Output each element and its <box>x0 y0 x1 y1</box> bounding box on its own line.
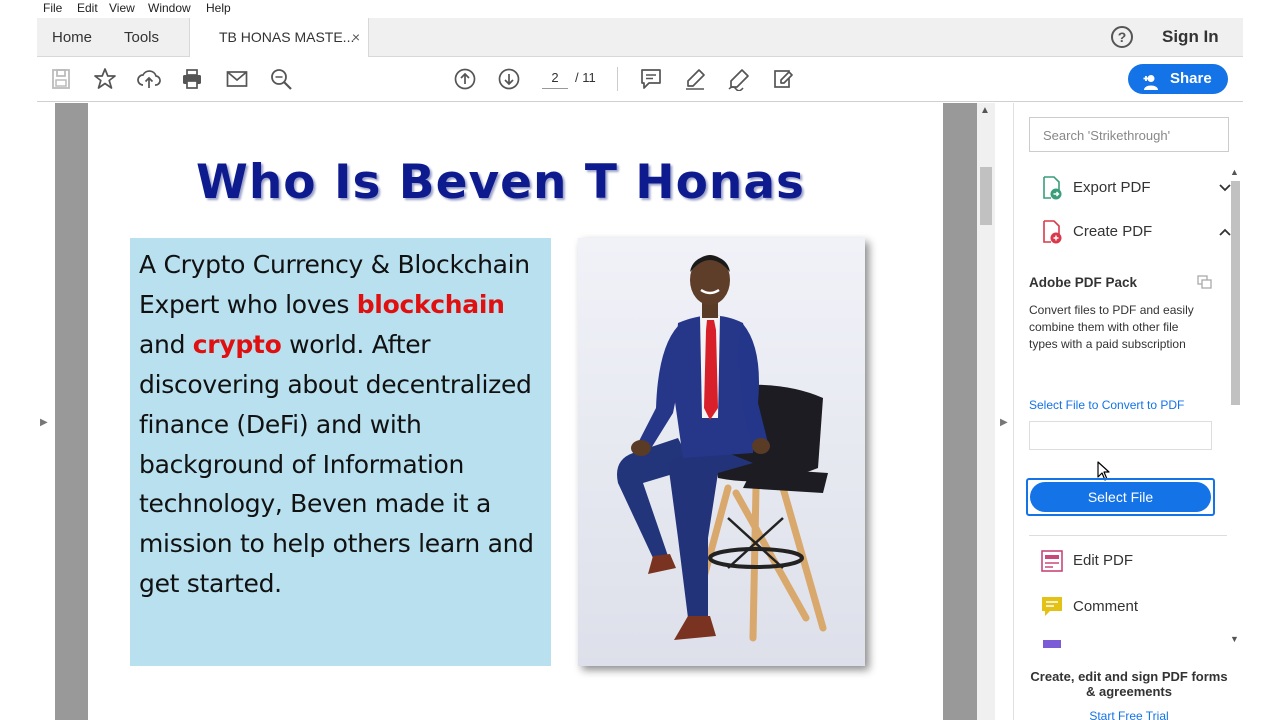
create-pdf-label: Create PDF <box>1073 223 1153 240</box>
pdf-page: Who Is Beven T Honas A Crypto Currency &… <box>88 103 943 720</box>
document-viewport[interactable]: ▶ Who Is Beven T Honas A Crypto Currency… <box>37 103 1012 720</box>
add-person-icon <box>1143 71 1161 101</box>
select-file-button[interactable]: Select File <box>1026 478 1215 516</box>
export-pdf-label: Export PDF <box>1073 179 1151 196</box>
file-path-field[interactable] <box>1029 421 1212 450</box>
tab-home[interactable]: Home <box>52 18 92 57</box>
zoom-search-icon[interactable] <box>269 67 293 91</box>
desktop-margin-left <box>0 0 37 720</box>
page-total: / 11 <box>575 70 596 85</box>
left-pane-toggle-icon[interactable]: ▶ <box>40 417 48 428</box>
pdf-pack-title: Adobe PDF Pack <box>1029 275 1138 290</box>
bio-highlight-blockchain: blockchain <box>356 289 505 319</box>
comment-tool-icon <box>1041 595 1063 619</box>
bio-paragraph: A Crypto Currency & Blockchain Expert wh… <box>139 245 542 604</box>
bio-text-2: world. After discovering about decentral… <box>139 329 534 599</box>
tab-document[interactable]: TB HONAS MASTE... × <box>189 18 369 58</box>
page-title: Who Is Beven T Honas <box>196 155 806 210</box>
save-icon[interactable] <box>49 67 73 91</box>
tab-bar: Home Tools TB HONAS MASTE... × ? Sign In <box>37 18 1243 58</box>
scrollbar-thumb[interactable] <box>980 167 992 225</box>
tools-scroll-down-icon[interactable]: ▼ <box>1230 634 1239 644</box>
pdf-pack-description: Convert files to PDF and easily combine … <box>1029 303 1194 351</box>
menu-window[interactable]: Window <box>148 1 191 15</box>
right-pane-toggle-icon[interactable]: ▶ <box>1000 417 1008 428</box>
export-pdf-item[interactable]: Export PDF <box>1041 176 1241 200</box>
upload-cloud-icon[interactable] <box>137 67 161 91</box>
page-up-icon[interactable] <box>453 67 477 91</box>
share-label: Share <box>1170 70 1212 87</box>
tools-scroll-up-icon[interactable]: ▲ <box>1230 167 1239 177</box>
export-pdf-icon <box>1041 176 1063 200</box>
comment-label: Comment <box>1073 598 1139 615</box>
page-gutter-left <box>55 103 88 720</box>
profile-photo <box>578 238 865 666</box>
menu-file[interactable]: File <box>43 1 62 15</box>
acrobat-window: File Edit View Window Help Home Tools TB… <box>37 0 1243 720</box>
create-pdf-item[interactable]: Create PDF <box>1041 220 1241 244</box>
bio-text-box: A Crypto Currency & Blockchain Expert wh… <box>130 238 551 666</box>
panel-divider <box>1029 535 1227 536</box>
close-icon[interactable]: × <box>352 18 360 57</box>
document-scrollbar[interactable]: ▲ <box>977 103 995 720</box>
help-icon[interactable]: ? <box>1111 26 1133 48</box>
edit-pdf-icon <box>1041 549 1063 573</box>
select-file-link[interactable]: Select File to Convert to PDF <box>1029 398 1184 412</box>
page-down-icon[interactable] <box>497 67 521 91</box>
edit-pdf-label: Edit PDF <box>1073 552 1134 569</box>
tools-pane: Search 'Strikethrough' Export PDF Create… <box>1013 103 1243 720</box>
create-pdf-icon <box>1041 220 1063 244</box>
comment-item[interactable]: Comment <box>1041 595 1221 619</box>
email-icon[interactable] <box>225 67 249 91</box>
select-file-label: Select File <box>1030 482 1211 512</box>
toolbar-divider <box>617 67 618 91</box>
highlight-pen-icon[interactable] <box>683 67 707 91</box>
tab-document-label: TB HONAS MASTE... <box>219 29 355 45</box>
toolbar: 2 / 11 Share <box>37 57 1243 102</box>
bio-text-and: and <box>139 329 193 359</box>
print-icon[interactable] <box>180 67 204 91</box>
menu-view[interactable]: View <box>109 1 135 15</box>
tools-scrollbar-thumb[interactable] <box>1231 181 1240 405</box>
scroll-up-icon[interactable]: ▲ <box>980 105 990 116</box>
menu-edit[interactable]: Edit <box>77 1 98 15</box>
tab-tools[interactable]: Tools <box>124 18 159 57</box>
sign-icon[interactable] <box>727 67 751 92</box>
menu-help[interactable]: Help <box>206 1 231 15</box>
sign-in-button[interactable]: Sign In <box>1162 27 1219 47</box>
menu-bar: File Edit View Window Help <box>37 0 1243 18</box>
next-tool-icon <box>1041 638 1063 648</box>
tools-scrollbar[interactable]: ▲ ▼ <box>1228 167 1242 647</box>
start-free-trial-link[interactable]: Start Free Trial <box>1029 709 1229 720</box>
page-gutter-right <box>943 103 977 720</box>
desktop-margin-right <box>1243 0 1280 720</box>
bio-highlight-crypto: crypto <box>192 329 282 359</box>
page-number-input[interactable]: 2 <box>542 67 568 89</box>
comment-icon[interactable] <box>639 67 663 91</box>
pdf-pack-info-icon[interactable] <box>1197 275 1213 292</box>
more-tools-icon[interactable] <box>771 67 795 91</box>
edit-pdf-item[interactable]: Edit PDF <box>1041 549 1221 573</box>
share-button[interactable]: Share <box>1128 64 1228 94</box>
tools-search-input[interactable]: Search 'Strikethrough' <box>1029 117 1229 152</box>
promo-title: Create, edit and sign PDF forms & agreem… <box>1030 669 1228 699</box>
bookmark-star-icon[interactable] <box>93 67 117 91</box>
